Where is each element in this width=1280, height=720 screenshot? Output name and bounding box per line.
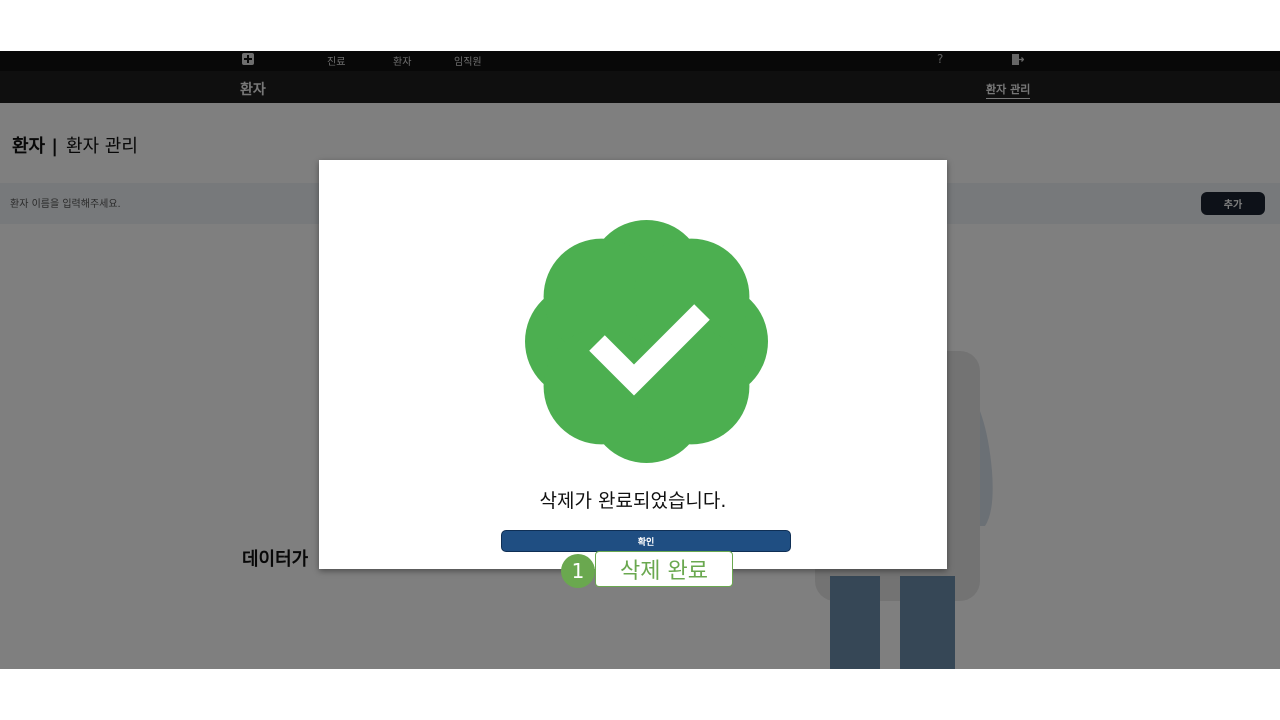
step-number-badge: 1 [561,554,595,588]
delete-success-dialog: 삭제가 완료되었습니다. 확인 [319,160,947,569]
step-label-callout: 삭제 완료 [595,551,733,587]
dialog-message: 삭제가 완료되었습니다. [539,490,727,512]
check-badge-icon [525,220,768,463]
confirm-button[interactable]: 확인 [501,530,791,552]
